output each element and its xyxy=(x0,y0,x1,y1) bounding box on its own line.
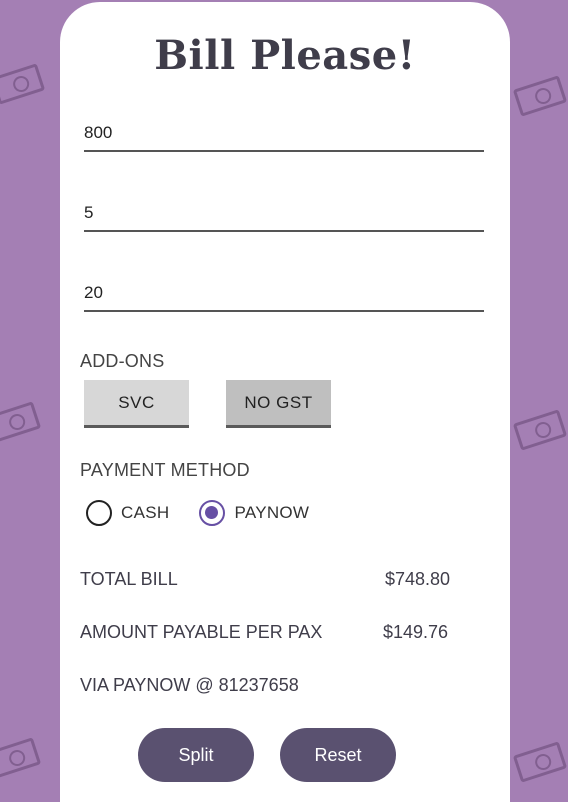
radio-circle-icon[interactable] xyxy=(86,500,112,526)
split-button[interactable]: Split xyxy=(138,728,254,782)
amount-input[interactable] xyxy=(84,116,484,150)
app-title: Bill Please! xyxy=(154,32,416,79)
discount-field[interactable] xyxy=(84,276,484,312)
radio-cash-label: CASH xyxy=(121,503,170,522)
money-bill-icon xyxy=(512,741,568,783)
total-bill-label: TOTAL BILL xyxy=(80,569,178,589)
radio-cash[interactable]: CASH xyxy=(86,500,169,526)
amount-field[interactable] xyxy=(84,116,484,152)
main-card: Bill Please! ADD-ONS SVC NO GST PAYMENT … xyxy=(60,2,510,802)
radio-paynow-label: PAYNOW xyxy=(234,503,310,522)
money-bill-icon xyxy=(0,401,42,443)
paynow-info: VIA PAYNOW @ 81237658 xyxy=(80,675,299,695)
discount-input[interactable] xyxy=(84,276,484,310)
addons-label: ADD-ONS xyxy=(80,351,165,371)
total-bill-value: $748.80 xyxy=(385,569,451,589)
pax-field[interactable] xyxy=(84,196,484,232)
per-pax-label: AMOUNT PAYABLE PER PAX xyxy=(80,622,323,642)
reset-button[interactable]: Reset xyxy=(280,728,396,782)
money-bill-icon xyxy=(0,63,46,105)
radio-checked-icon[interactable] xyxy=(199,500,226,526)
svc-button[interactable]: SVC xyxy=(84,380,189,428)
money-bill-icon xyxy=(512,75,568,117)
radio-paynow[interactable]: PAYNOW xyxy=(199,500,309,526)
no-gst-button[interactable]: NO GST xyxy=(226,380,331,428)
payment-radio-group: CASH PAYNOW xyxy=(86,498,339,528)
payment-method-label: PAYMENT METHOD xyxy=(80,460,250,480)
pax-input[interactable] xyxy=(84,196,484,230)
per-pax-value: $149.76 xyxy=(383,622,449,642)
money-bill-icon xyxy=(512,409,568,451)
money-bill-icon xyxy=(0,737,42,779)
